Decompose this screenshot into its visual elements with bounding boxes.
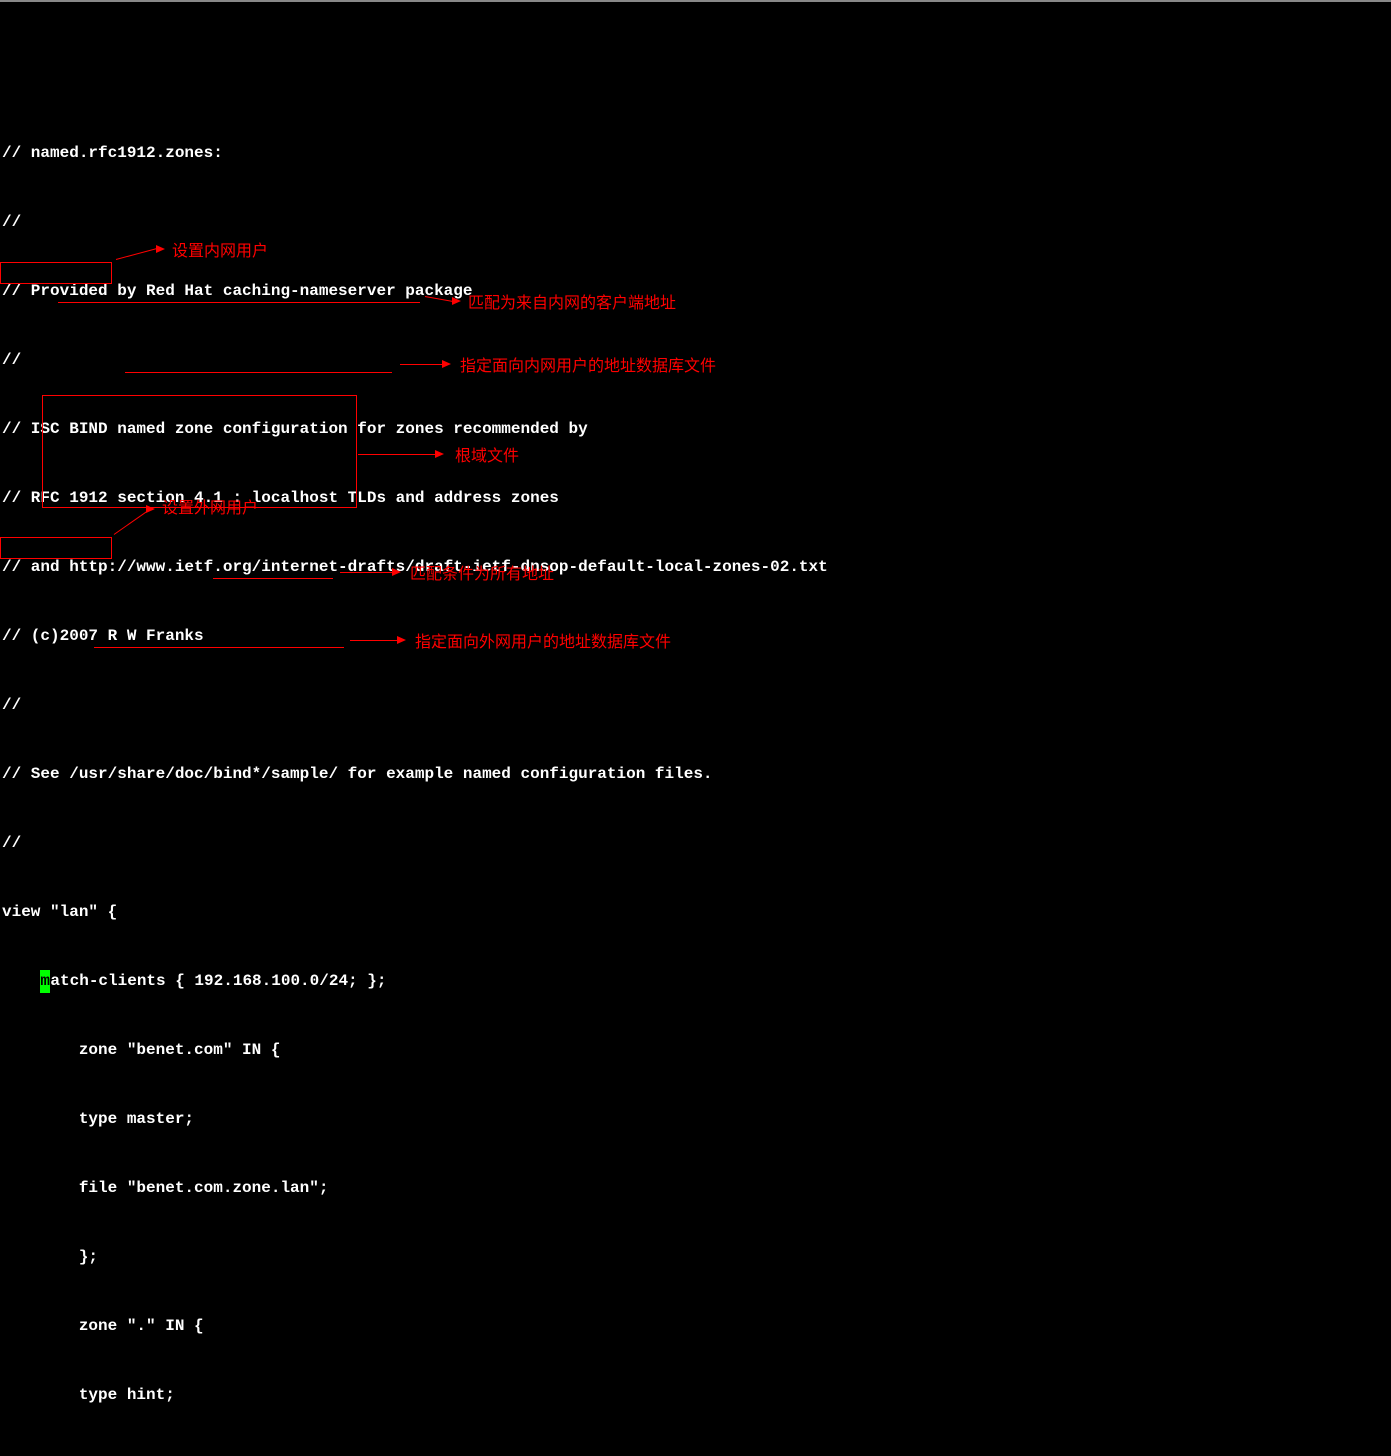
code-text: type hint;: [2, 1386, 175, 1404]
code-text: // RFC 1912 section 4.1 : localhost TLDs…: [2, 489, 559, 507]
code-text: view "lan" {: [2, 903, 117, 921]
code-text: //: [2, 351, 21, 369]
code-text: // ISC BIND named zone configuration for…: [2, 420, 588, 438]
code-line: };: [2, 1246, 1391, 1269]
code-text: zone "benet.com" IN {: [2, 1041, 280, 1059]
code-line: // Provided by Red Hat caching-nameserve…: [2, 280, 1391, 303]
code-text: type master;: [2, 1110, 194, 1128]
code-line: //: [2, 349, 1391, 372]
code-text: [2, 972, 40, 990]
code-line: file "benet.com.zone.lan";: [2, 1177, 1391, 1200]
code-line: // ISC BIND named zone configuration for…: [2, 418, 1391, 441]
code-line: match-clients { 192.168.100.0/24; };: [2, 970, 1391, 993]
code-line: view "lan" {: [2, 901, 1391, 924]
code-text: file "benet.com.zone.lan";: [2, 1179, 328, 1197]
code-text: zone "." IN {: [2, 1317, 204, 1335]
code-line: type master;: [2, 1108, 1391, 1131]
code-text: atch-clients { 192.168.100.0/24; };: [50, 972, 386, 990]
code-line: //: [2, 694, 1391, 717]
code-text: };: [2, 1248, 98, 1266]
code-text: // (c)2007 R W Franks: [2, 627, 204, 645]
code-text: // and http://www.ietf.org/internet-draf…: [2, 558, 828, 576]
terminal[interactable]: // named.rfc1912.zones: // // Provided b…: [0, 96, 1391, 1456]
code-line: // RFC 1912 section 4.1 : localhost TLDs…: [2, 487, 1391, 510]
code-line: // and http://www.ietf.org/internet-draf…: [2, 556, 1391, 579]
code-line: file "named.ca";: [2, 1453, 1391, 1456]
cursor: m: [40, 970, 50, 993]
code-line: type hint;: [2, 1384, 1391, 1407]
code-text: // Provided by Red Hat caching-nameserve…: [2, 282, 472, 300]
code-text: // See /usr/share/doc/bind*/sample/ for …: [2, 765, 713, 783]
code-line: // See /usr/share/doc/bind*/sample/ for …: [2, 763, 1391, 786]
code-text: //: [2, 213, 21, 231]
code-line: zone "." IN {: [2, 1315, 1391, 1338]
code-text: // named.rfc1912.zones:: [2, 144, 223, 162]
code-text: file "named.ca";: [2, 1455, 232, 1456]
code-line: // named.rfc1912.zones:: [2, 142, 1391, 165]
code-text: //: [2, 834, 21, 852]
code-text: //: [2, 696, 21, 714]
code-line: //: [2, 832, 1391, 855]
code-line: // (c)2007 R W Franks: [2, 625, 1391, 648]
code-line: //: [2, 211, 1391, 234]
code-line: zone "benet.com" IN {: [2, 1039, 1391, 1062]
